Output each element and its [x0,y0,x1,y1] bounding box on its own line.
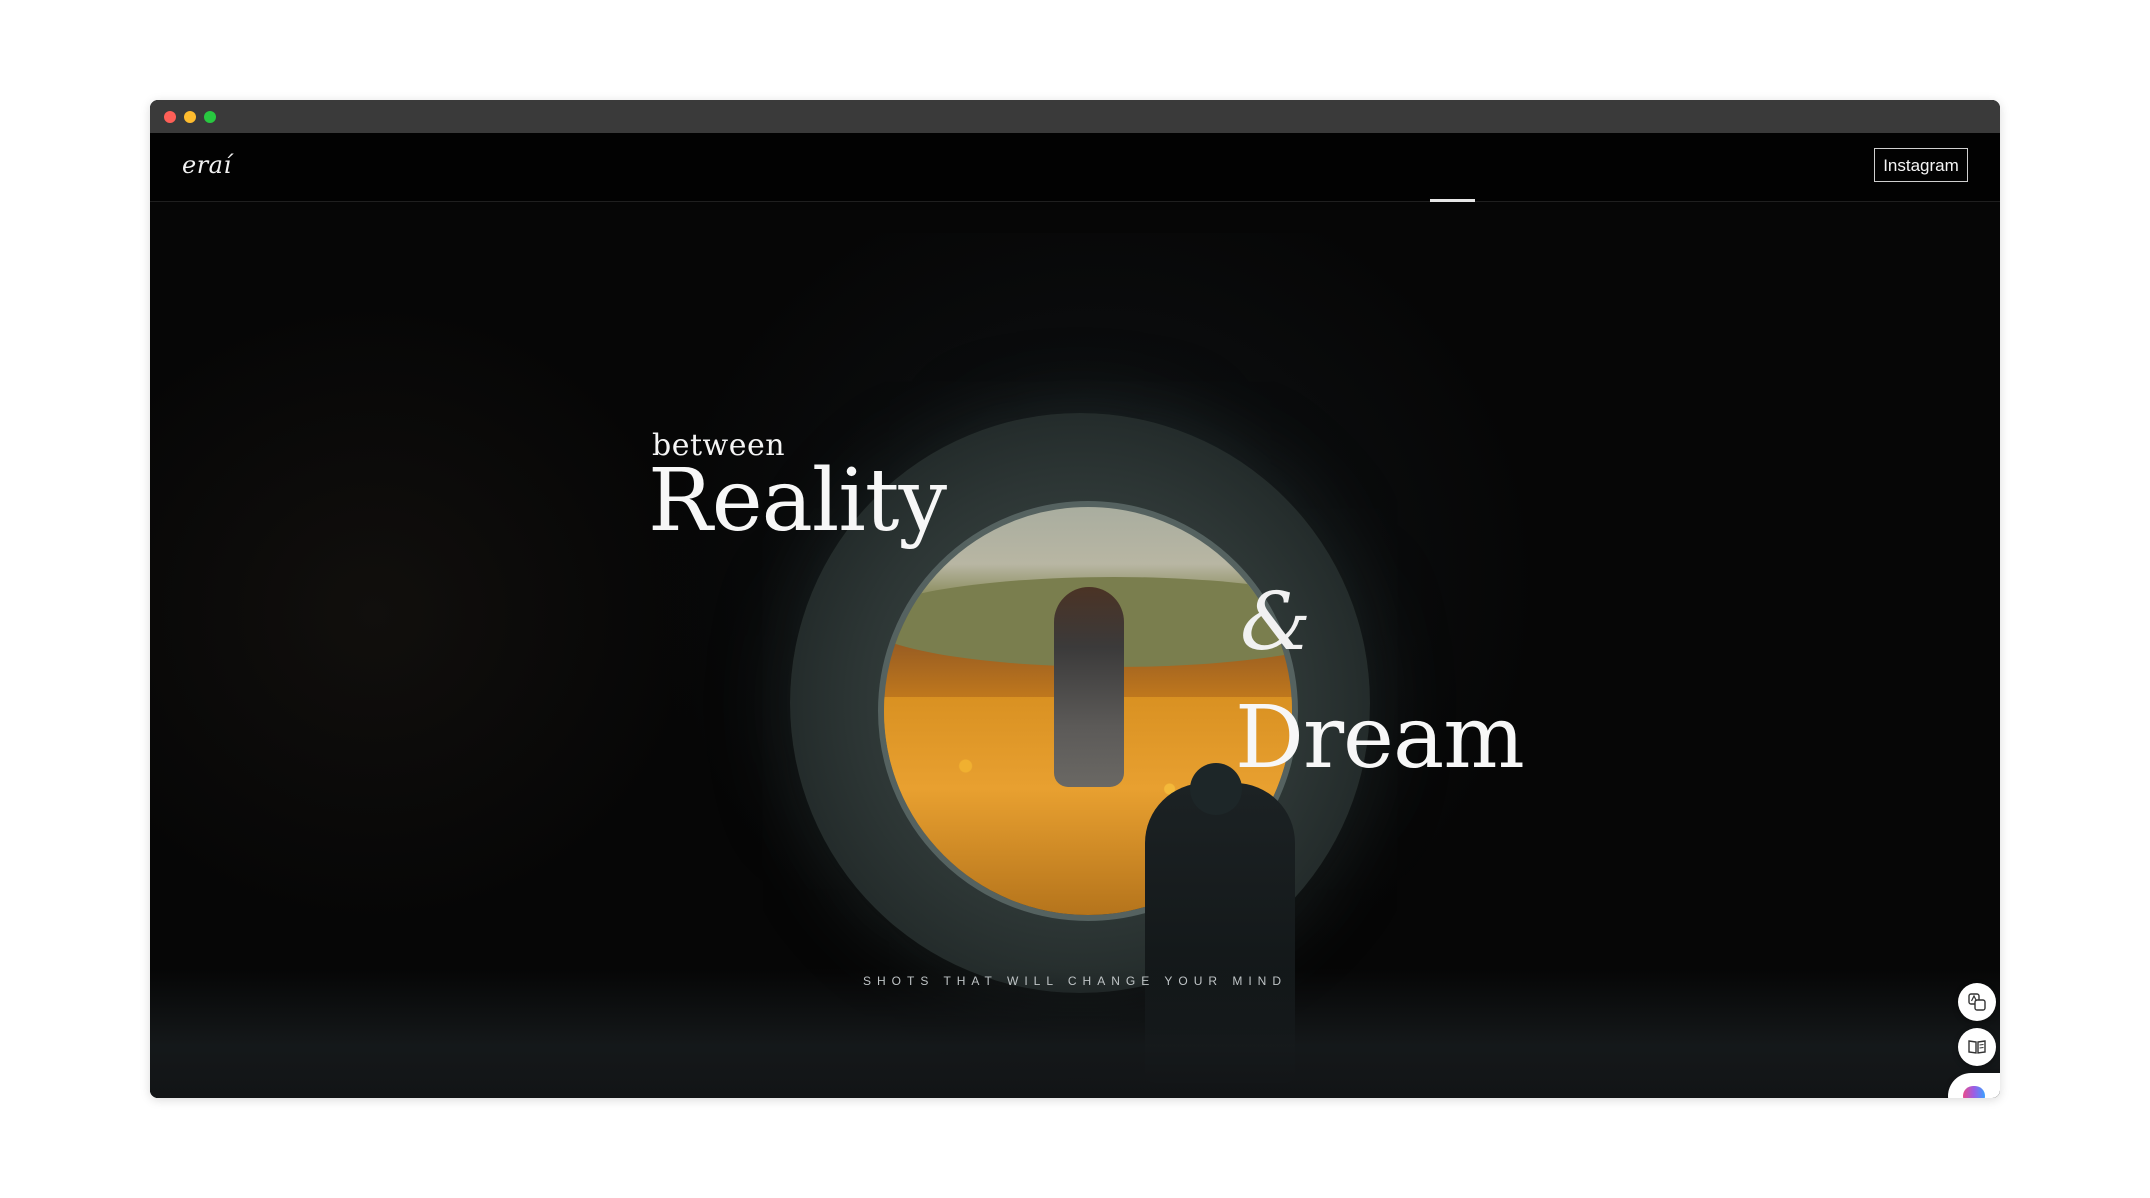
window-titlebar [150,100,2000,133]
instagram-button[interactable]: Instagram [1874,148,1968,182]
hero-title-dream: Dream [1235,688,1525,788]
hero-title-reality: Reality [648,451,947,551]
translate-icon [1968,993,1986,1011]
close-window-button[interactable] [164,111,176,123]
scroll-progress-bar [1430,199,1475,202]
background-shadow [150,293,710,933]
woman-figure [1054,587,1124,787]
minimize-window-button[interactable] [184,111,196,123]
hero-tagline: SHOTS THAT WILL CHANGE YOUR MIND [862,974,1288,988]
brain-icon [1963,1086,1985,1098]
hero-page: eraí Instagram between Reality & Dream S… [150,133,2000,1098]
site-logo[interactable]: eraí [182,151,232,179]
reader-button[interactable] [1958,1028,1996,1066]
reader-icon [1968,1040,1986,1054]
top-navbar: eraí Instagram [150,133,2000,202]
browser-window: eraí Instagram between Reality & Dream S… [150,100,2000,1098]
maximize-window-button[interactable] [204,111,216,123]
translate-button[interactable] [1958,983,1996,1021]
hero-ampersand: & [1240,575,1312,668]
